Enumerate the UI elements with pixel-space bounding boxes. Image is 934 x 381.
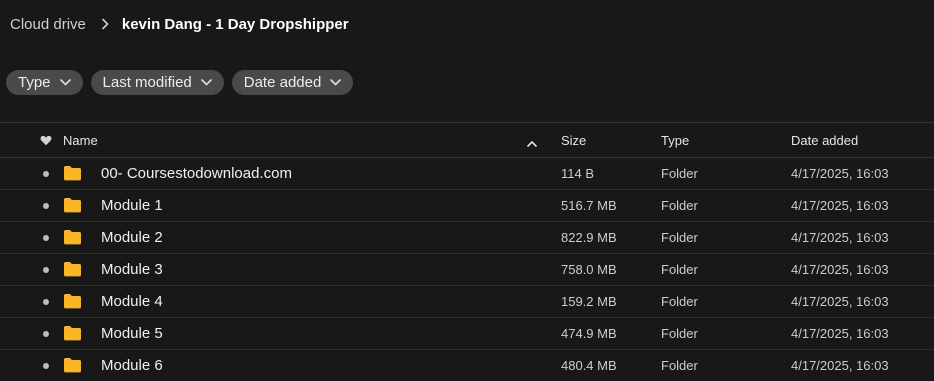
folder-icon (63, 261, 82, 282)
table-header: Name Size Type Date added (0, 123, 934, 158)
bullet-icon (43, 298, 49, 305)
filter-last-modified-label: Last modified (102, 74, 192, 91)
row-name[interactable]: Module 3 (101, 261, 163, 278)
filter-type-button[interactable]: Type (6, 70, 83, 95)
row-name[interactable]: Module 6 (101, 357, 163, 374)
row-type: Folder (661, 326, 698, 341)
row-type: Folder (661, 294, 698, 309)
folder-icon (63, 197, 82, 218)
bullet-icon (43, 266, 49, 273)
row-name[interactable]: Module 2 (101, 229, 163, 246)
folder-icon (63, 165, 82, 186)
row-name[interactable]: 00- Coursestodownload.com (101, 165, 292, 182)
folder-icon (63, 357, 82, 378)
row-date-added: 4/17/2025, 16:03 (791, 358, 889, 373)
bullet-icon (43, 234, 49, 241)
row-date-added: 4/17/2025, 16:03 (791, 262, 889, 277)
folder-icon (63, 325, 82, 346)
row-size: 516.7 MB (561, 198, 617, 213)
chevron-down-icon (200, 79, 212, 86)
breadcrumb: Cloud drive kevin Dang - 1 Day Dropshipp… (10, 14, 349, 34)
filter-last-modified-button[interactable]: Last modified (90, 70, 224, 95)
chevron-right-icon (100, 18, 110, 30)
row-type: Folder (661, 230, 698, 245)
table-row[interactable]: Module 6 480.4 MB Folder 4/17/2025, 16:0… (0, 350, 934, 381)
table-row[interactable]: 00- Coursestodownload.com 114 B Folder 4… (0, 158, 934, 190)
row-date-added: 4/17/2025, 16:03 (791, 230, 889, 245)
row-size: 822.9 MB (561, 230, 617, 245)
folder-icon (63, 293, 82, 314)
bullet-icon (43, 330, 49, 337)
column-header-type[interactable]: Type (661, 133, 689, 148)
column-header-name[interactable]: Name (63, 133, 98, 148)
row-size: 114 B (561, 166, 595, 181)
row-size: 480.4 MB (561, 358, 617, 373)
row-name[interactable]: Module 1 (101, 197, 163, 214)
row-size: 474.9 MB (561, 326, 617, 341)
breadcrumb-current-folder: kevin Dang - 1 Day Dropshipper (121, 15, 349, 33)
chevron-down-icon (59, 79, 71, 86)
breadcrumb-cloud-drive[interactable]: Cloud drive (10, 16, 86, 33)
table-row[interactable]: Module 2 822.9 MB Folder 4/17/2025, 16:0… (0, 222, 934, 254)
folder-icon (63, 229, 82, 250)
row-date-added: 4/17/2025, 16:03 (791, 166, 889, 181)
bullet-icon (43, 170, 49, 177)
column-header-size[interactable]: Size (561, 133, 586, 148)
filter-date-added-button[interactable]: Date added (231, 70, 354, 95)
row-size: 758.0 MB (561, 262, 617, 277)
chevron-down-icon (330, 79, 342, 86)
row-type: Folder (661, 198, 698, 213)
bullet-icon (43, 362, 49, 369)
filter-date-added-label: Date added (243, 74, 322, 91)
table-row[interactable]: Module 5 474.9 MB Folder 4/17/2025, 16:0… (0, 318, 934, 350)
filter-type-label: Type (18, 74, 51, 91)
cloud-drive-folder-view: Cloud drive kevin Dang - 1 Day Dropshipp… (0, 0, 934, 381)
row-name[interactable]: Module 5 (101, 325, 163, 342)
row-type: Folder (661, 358, 698, 373)
row-name[interactable]: Module 4 (101, 293, 163, 310)
row-date-added: 4/17/2025, 16:03 (791, 294, 889, 309)
bullet-icon (43, 202, 49, 209)
filter-bar: Type Last modified Date added (6, 70, 354, 95)
row-size: 159.2 MB (561, 294, 617, 309)
row-date-added: 4/17/2025, 16:03 (791, 326, 889, 341)
table-row[interactable]: Module 4 159.2 MB Folder 4/17/2025, 16:0… (0, 286, 934, 318)
file-table: Name Size Type Date added 00- Coursestod… (0, 122, 934, 381)
row-date-added: 4/17/2025, 16:03 (791, 198, 889, 213)
table-row[interactable]: Module 3 758.0 MB Folder 4/17/2025, 16:0… (0, 254, 934, 286)
row-type: Folder (661, 166, 698, 181)
column-header-date-added[interactable]: Date added (791, 133, 858, 148)
table-row[interactable]: Module 1 516.7 MB Folder 4/17/2025, 16:0… (0, 190, 934, 222)
row-type: Folder (661, 262, 698, 277)
chevron-up-icon[interactable] (527, 135, 537, 150)
heart-icon[interactable] (38, 135, 54, 146)
